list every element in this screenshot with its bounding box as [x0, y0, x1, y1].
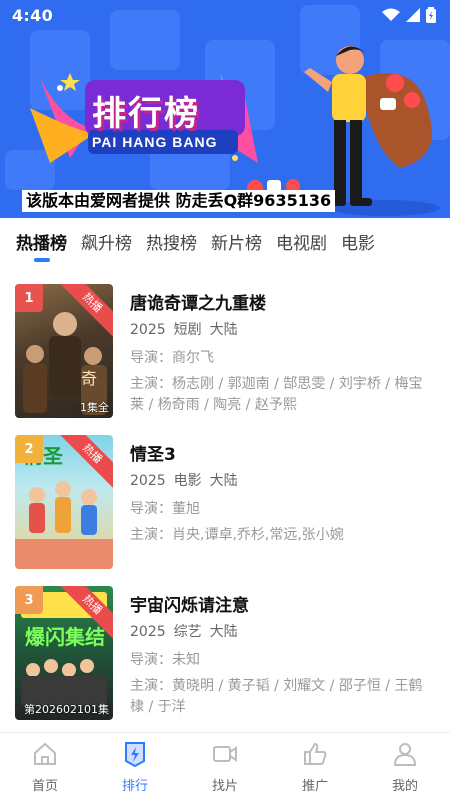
svg-text:爆闪集结: 爆闪集结 — [25, 625, 105, 649]
item-meta: 2025 综艺 大陆 — [130, 622, 430, 642]
svg-text:奇: 奇 — [81, 369, 97, 388]
item-region: 大陆 — [209, 473, 238, 489]
poster-image[interactable]: 奇 1 热播 1集全 — [15, 284, 113, 418]
list-item[interactable]: 爆闪集结 3 热播 第202602101集 宇宙闪烁请注意 2025 综艺 大陆 导… — [0, 586, 450, 720]
poster-image[interactable]: 情圣 2 热播 — [15, 435, 113, 569]
logo-subtitle: PAI HANG BANG — [92, 134, 218, 150]
item-cast: 主演：黄晓明 / 黄子韬 / 刘耀文 / 邵子恒 / 王鹤棣 / 于洋 — [130, 678, 423, 715]
ranking-logo: 排行榜 PAI HANG BANG — [30, 68, 260, 168]
rank-badge: 2 — [15, 435, 43, 463]
signal-icon — [406, 8, 420, 22]
wifi-icon — [382, 8, 400, 21]
provider-notice: 该版本由爱网者提供 防走丢Q群9635136 — [22, 190, 336, 212]
ranking-icon — [125, 742, 145, 767]
rank-badge: 1 — [15, 284, 43, 312]
tab-movie[interactable]: 电影 — [341, 226, 375, 264]
item-genre: 综艺 — [173, 624, 202, 640]
nav-mine[interactable]: 我的 — [360, 733, 450, 800]
tab-rising[interactable]: 飙升榜 — [81, 226, 132, 264]
rank-badge: 3 — [15, 586, 43, 614]
ranking-tabs: 热播榜 飙升榜 热搜榜 新片榜 电视剧 电影 — [0, 226, 450, 266]
item-title[interactable]: 情圣3 — [130, 443, 430, 467]
list-item[interactable]: 奇 1 热播 1集全 唐诡奇谭之九重楼 2025 短剧 大陆 导演：商尔飞 主演：杨… — [0, 284, 450, 418]
item-meta: 2025 电影 大陆 — [130, 471, 430, 491]
video-camera-icon — [213, 746, 237, 762]
item-title[interactable]: 宇宙闪烁请注意 — [130, 594, 430, 618]
nav-label-promote: 推广 — [301, 779, 328, 794]
ranking-banner: 排行榜 PAI HANG BANG 该版本由爱网者提供 防走丢Q群9635136 — [0, 0, 450, 218]
thumbs-up-icon — [304, 742, 327, 765]
nav-label-ranking: 排行 — [121, 779, 148, 794]
item-meta: 2025 短剧 大陆 — [130, 320, 430, 340]
item-region: 大陆 — [209, 624, 238, 640]
home-icon — [34, 742, 56, 765]
item-cast: 主演：杨志刚 / 郭迦南 / 郜思雯 / 刘宇桥 / 梅宝莱 / 杨奇雨 / 陶… — [130, 376, 423, 413]
item-cast: 主演：肖央,谭卓,乔杉,常远,张小婉 — [130, 527, 344, 543]
nav-label-mine: 我的 — [391, 779, 418, 794]
logo-title: 排行榜 — [92, 94, 200, 134]
battery-icon — [426, 7, 436, 23]
item-director: 导演：董旭 — [130, 501, 200, 517]
nav-label-find: 找片 — [211, 779, 238, 794]
active-tab-indicator — [34, 258, 50, 262]
item-genre: 电影 — [173, 473, 202, 489]
item-director: 导演：未知 — [130, 652, 200, 668]
episode-count: 第202602101集 — [24, 703, 109, 716]
bottom-navigation: 首页 排行 找片 推广 我的 — [0, 732, 450, 800]
tab-hot-search[interactable]: 热搜榜 — [146, 226, 197, 264]
nav-find[interactable]: 找片 — [180, 733, 270, 800]
nav-ranking[interactable]: 排行 — [90, 733, 180, 800]
item-year: 2025 — [130, 473, 166, 489]
tab-new-release[interactable]: 新片榜 — [211, 226, 262, 264]
tab-tv-series[interactable]: 电视剧 — [276, 226, 327, 264]
status-bar: 4:40 — [0, 0, 450, 30]
list-item[interactable]: 情圣 2 热播 情圣3 2025 电影 大陆 导演：董旭 主演：肖央,谭卓,乔杉,常… — [0, 435, 450, 569]
episode-count: 1集全 — [80, 401, 109, 414]
item-region: 大陆 — [209, 322, 238, 338]
item-year: 2025 — [130, 624, 166, 640]
item-year: 2025 — [130, 322, 166, 338]
nav-promote[interactable]: 推广 — [270, 733, 360, 800]
nav-label-home: 首页 — [31, 779, 58, 794]
user-icon — [393, 743, 417, 766]
status-time: 4:40 — [12, 5, 53, 25]
item-director: 导演：商尔飞 — [130, 350, 214, 366]
item-genre: 短剧 — [173, 322, 202, 338]
poster-image[interactable]: 爆闪集结 3 热播 第202602101集 — [15, 586, 113, 720]
nav-home[interactable]: 首页 — [0, 733, 90, 800]
item-title[interactable]: 唐诡奇谭之九重楼 — [130, 292, 430, 316]
